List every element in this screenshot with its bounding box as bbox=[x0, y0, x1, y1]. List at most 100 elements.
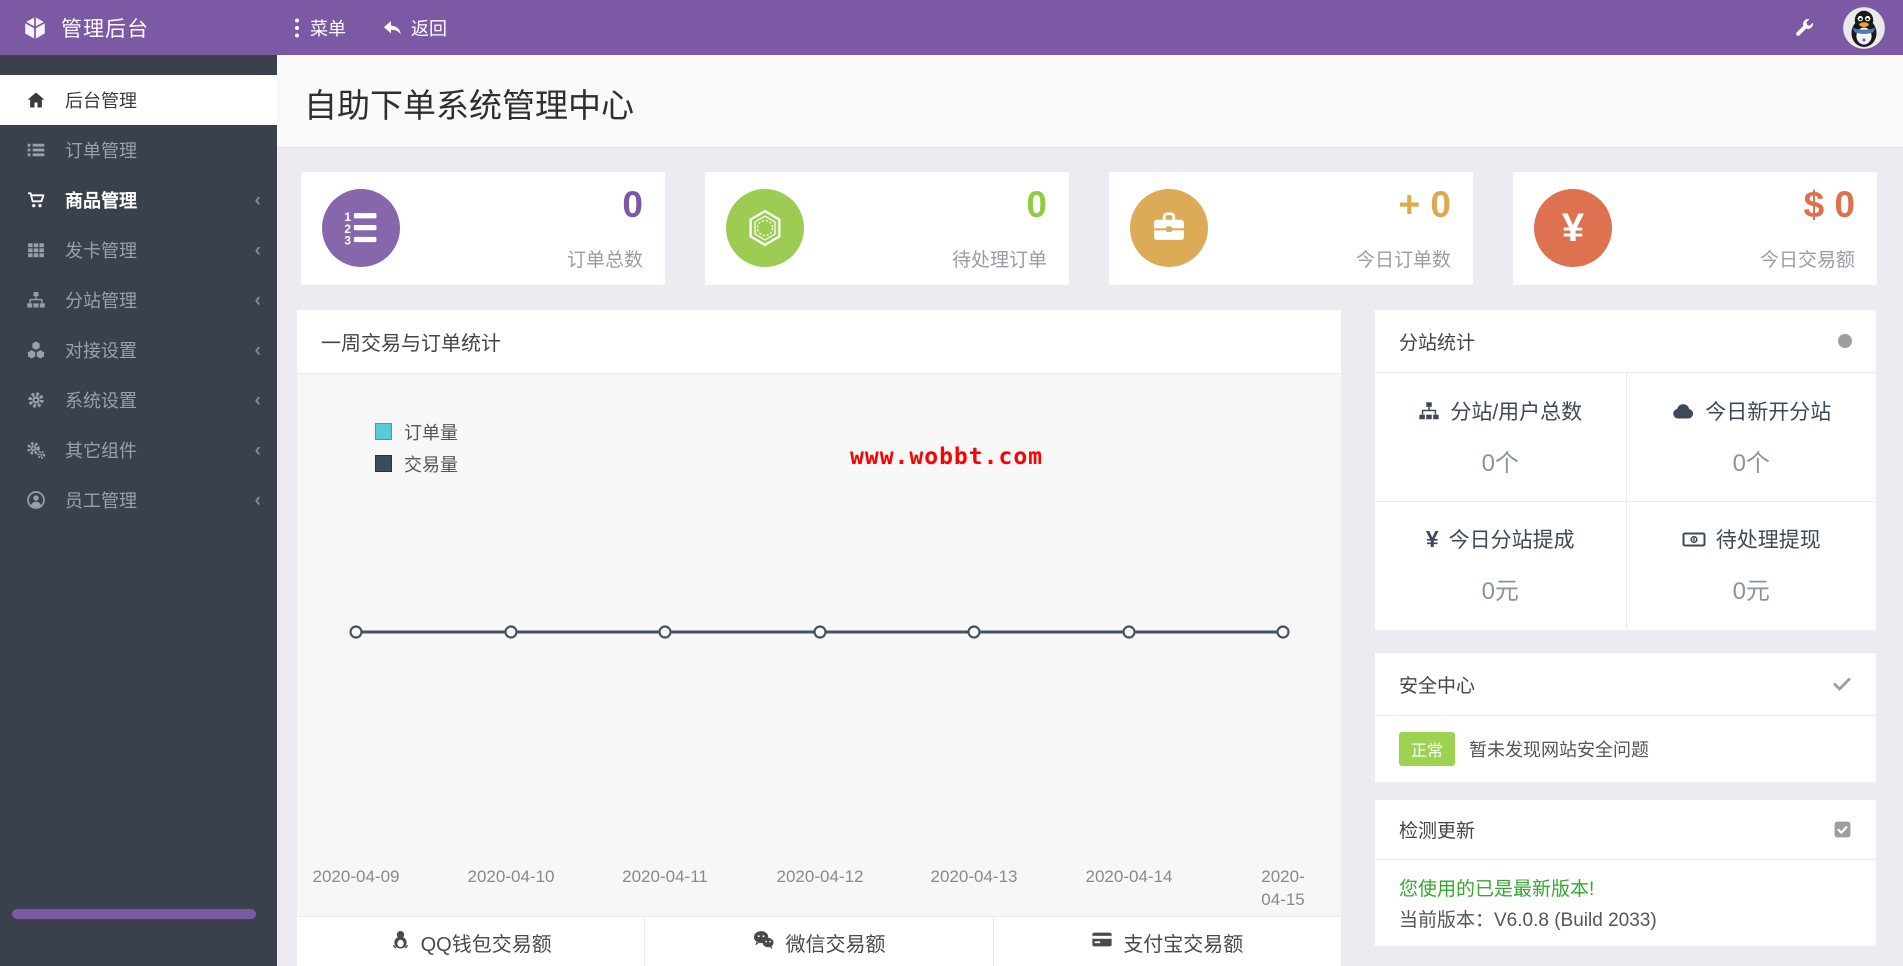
tab-qq-wallet[interactable]: QQ钱包交易额 bbox=[297, 917, 644, 966]
stat-label: 今日交易额 bbox=[1759, 250, 1855, 271]
user-icon bbox=[24, 490, 48, 510]
sidebar-item-orders[interactable]: 订单管理 bbox=[0, 125, 277, 175]
topbar: 管理后台 菜单 返回 bbox=[0, 0, 1903, 55]
security-title: 安全中心 bbox=[1399, 675, 1476, 697]
topbar-right bbox=[1793, 6, 1903, 49]
gear-icon bbox=[24, 390, 48, 410]
sidebar-item-dashboard[interactable]: 后台管理 bbox=[0, 75, 277, 125]
substation-cell-value: 0个 bbox=[1481, 449, 1519, 477]
update-panel-header: 检测更新 bbox=[1375, 800, 1876, 860]
svg-text:3: 3 bbox=[344, 234, 351, 247]
payment-tabs: QQ钱包交易额 微信交易额 支付宝交易额 bbox=[297, 916, 1341, 966]
wechat-icon bbox=[752, 929, 775, 950]
sidebar-item-staff[interactable]: 员工管理 ‹ bbox=[0, 475, 277, 525]
substation-cell-total-users: 分站/用户总数 0个 bbox=[1375, 373, 1626, 501]
stat-label: 待处理订单 bbox=[951, 250, 1047, 271]
back-button[interactable]: 返回 bbox=[382, 15, 447, 41]
sidebar-item-label: 商品管理 bbox=[65, 191, 137, 211]
stat-value: + 0 bbox=[1398, 184, 1451, 225]
status-dot-icon bbox=[1838, 334, 1852, 348]
sidebar-item-components[interactable]: 其它组件 ‹ bbox=[0, 425, 277, 475]
stat-label: 今日订单数 bbox=[1355, 250, 1451, 271]
sidebar-item-label: 分站管理 bbox=[65, 291, 137, 311]
sidebar-item-cards[interactable]: 发卡管理 ‹ bbox=[0, 225, 277, 275]
stat-cards: 1 2 3 0 订单总数 0 待处理订单 + 0 今日订单数 ¥ $ 0 今日交… bbox=[301, 172, 1877, 285]
x-axis-label: 2020-04-14 bbox=[1085, 867, 1173, 886]
x-axis-label: 2020-04-11 bbox=[622, 867, 708, 886]
substation-cell-value: 0元 bbox=[1481, 578, 1519, 606]
tab-wechat[interactable]: 微信交易额 bbox=[644, 917, 992, 966]
reply-arrow-icon bbox=[382, 18, 402, 38]
tab-label: 微信交易额 bbox=[785, 934, 886, 956]
substation-cell-label: 今日新开分站 bbox=[1705, 400, 1832, 424]
chevron-left-icon: ‹ bbox=[254, 389, 261, 411]
sidebar-item-products[interactable]: 商品管理 ‹ bbox=[0, 175, 277, 225]
grid-icon bbox=[24, 240, 48, 260]
substation-stats-panel: 分站统计 分站/用户总数 0个 今日新开分站 0个 ¥ 今日分站提成 0元 待处… bbox=[1375, 310, 1876, 630]
substation-panel-header: 分站统计 bbox=[1375, 310, 1876, 373]
money-bill-icon bbox=[1682, 528, 1706, 550]
chevron-left-icon: ‹ bbox=[254, 189, 261, 211]
stat-card-total-orders: 1 2 3 0 订单总数 bbox=[301, 172, 665, 285]
sidebar-item-label: 订单管理 bbox=[65, 141, 137, 161]
weekly-chart-panel: 一周交易与订单统计 订单量 交易量 www.wobbt.com 2020-04-… bbox=[297, 310, 1341, 966]
briefcase-icon bbox=[1130, 189, 1208, 267]
substation-grid: 分站/用户总数 0个 今日新开分站 0个 ¥ 今日分站提成 0元 待处理提现 0… bbox=[1375, 373, 1876, 629]
x-axis-label: 2020-04-10 bbox=[467, 867, 555, 886]
list-icon bbox=[24, 140, 48, 160]
stat-label: 订单总数 bbox=[566, 250, 643, 271]
chart-body: 订单量 交易量 www.wobbt.com 2020-04-09 2020-04… bbox=[297, 374, 1341, 916]
line-chart bbox=[349, 625, 1290, 639]
bank-card-icon bbox=[1091, 929, 1113, 950]
substation-cell-label: 今日分站提成 bbox=[1448, 529, 1575, 553]
stat-card-today-orders: + 0 今日订单数 bbox=[1109, 172, 1473, 285]
update-title: 检测更新 bbox=[1399, 821, 1476, 842]
security-center-panel: 安全中心 正常 暂未发现网站安全问题 bbox=[1375, 653, 1876, 782]
chart-panel-header: 一周交易与订单统计 bbox=[297, 310, 1341, 374]
sidebar-item-label: 系统设置 bbox=[65, 391, 137, 411]
checkbox-icon bbox=[1833, 820, 1852, 839]
security-panel-header: 安全中心 bbox=[1375, 653, 1876, 716]
sidebar-menu: 后台管理 订单管理 商品管理 ‹ 发卡管理 ‹ 分站管理 ‹ 对接设置 ‹ 系统… bbox=[0, 55, 277, 525]
sidebar-item-label: 后台管理 bbox=[65, 91, 137, 111]
tab-alipay[interactable]: 支付宝交易额 bbox=[992, 917, 1341, 966]
x-axis-label: 2020-04-09 bbox=[312, 867, 400, 886]
menu-toggle[interactable]: 菜单 bbox=[293, 15, 346, 41]
stat-card-pending-orders: 0 待处理订单 bbox=[705, 172, 1069, 285]
substation-title: 分站统计 bbox=[1399, 332, 1476, 354]
update-check-panel: 检测更新 您使用的已是最新版本! 当前版本：V6.0.8 (Build 2033… bbox=[1375, 800, 1876, 946]
chart-title: 一周交易与订单统计 bbox=[321, 333, 501, 355]
wrench-icon[interactable] bbox=[1793, 17, 1815, 39]
main-header: 自助下单系统管理中心 bbox=[277, 55, 1903, 148]
brand[interactable]: 管理后台 bbox=[0, 13, 277, 43]
chevron-left-icon: ‹ bbox=[254, 439, 261, 461]
topnav: 菜单 返回 bbox=[293, 15, 447, 41]
status-badge: 正常 bbox=[1399, 731, 1456, 766]
chevron-left-icon: ‹ bbox=[254, 239, 261, 261]
x-axis-label: 2020-04-13 bbox=[930, 867, 1018, 886]
x-axis-label: 2020-04-15 bbox=[1261, 867, 1305, 909]
user-avatar[interactable] bbox=[1843, 6, 1885, 49]
ordered-list-icon: 1 2 3 bbox=[322, 189, 400, 267]
qq-icon bbox=[390, 929, 411, 950]
sidebar-item-integration[interactable]: 对接设置 ‹ bbox=[0, 325, 277, 375]
cart-icon bbox=[24, 190, 48, 210]
substation-cell-value: 0个 bbox=[1732, 449, 1770, 477]
sidebar-item-system-settings[interactable]: 系统设置 ‹ bbox=[0, 375, 277, 425]
substation-cell-commission: ¥ 今日分站提成 0元 bbox=[1375, 500, 1626, 630]
sidebar-item-label: 员工管理 bbox=[65, 491, 137, 511]
tab-label: QQ钱包交易额 bbox=[420, 934, 552, 956]
stat-value: 0 bbox=[1026, 184, 1047, 225]
substation-cell-value: 0元 bbox=[1732, 578, 1770, 606]
stat-value: 0 bbox=[622, 184, 643, 225]
sidebar-item-label: 对接设置 bbox=[65, 341, 137, 361]
sidebar-scrollbar[interactable] bbox=[12, 909, 256, 919]
cloud-icon bbox=[1671, 400, 1695, 422]
substation-cell-label: 分站/用户总数 bbox=[1450, 400, 1583, 424]
update-latest-message: 您使用的已是最新版本! bbox=[1399, 879, 1595, 900]
update-version-text: 当前版本：V6.0.8 (Build 2033) bbox=[1399, 910, 1657, 932]
check-icon bbox=[1832, 674, 1852, 694]
sidebar-item-substations[interactable]: 分站管理 ‹ bbox=[0, 275, 277, 325]
gears-icon bbox=[24, 440, 48, 460]
gem-icon bbox=[726, 189, 804, 267]
